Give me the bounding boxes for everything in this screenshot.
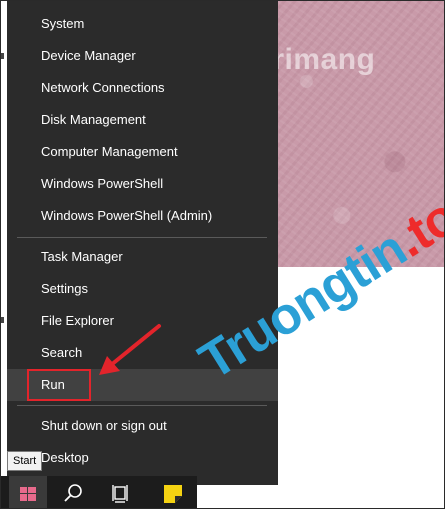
start-button[interactable] <box>9 476 47 508</box>
menu-item-disk-management[interactable]: Disk Management <box>7 104 278 136</box>
menu-item-shut-down[interactable]: Shut down or sign out <box>7 410 278 442</box>
edge-mark <box>1 317 4 323</box>
menu-separator <box>17 237 267 238</box>
windows-logo-icon <box>20 487 36 501</box>
winx-context-menu: System Device Manager Network Connection… <box>7 1 278 485</box>
menu-item-windows-powershell-admin[interactable]: Windows PowerShell (Admin) <box>7 200 278 232</box>
red-arrow-annotation <box>99 324 161 375</box>
menu-item-system[interactable]: System <box>7 8 278 40</box>
menu-item-task-manager[interactable]: Task Manager <box>7 241 278 273</box>
menu-separator <box>17 405 267 406</box>
menu-item-settings[interactable]: Settings <box>7 273 278 305</box>
menu-item-network-connections[interactable]: Network Connections <box>7 72 278 104</box>
task-view-icon[interactable] <box>103 476 139 509</box>
edge-mark <box>1 53 4 59</box>
menu-item-device-manager[interactable]: Device Manager <box>7 40 278 72</box>
sticky-notes-icon[interactable] <box>155 476 191 509</box>
highlight-box <box>27 369 91 401</box>
search-icon[interactable] <box>55 476 91 509</box>
start-tooltip: Start <box>7 451 42 471</box>
menu-item-computer-management[interactable]: Computer Management <box>7 136 278 168</box>
screenshot-frame: uantrimang System Device Manager Network… <box>0 0 445 509</box>
taskbar <box>1 476 197 509</box>
menu-item-windows-powershell[interactable]: Windows PowerShell <box>7 168 278 200</box>
menu-item-desktop[interactable]: Desktop <box>7 442 278 474</box>
